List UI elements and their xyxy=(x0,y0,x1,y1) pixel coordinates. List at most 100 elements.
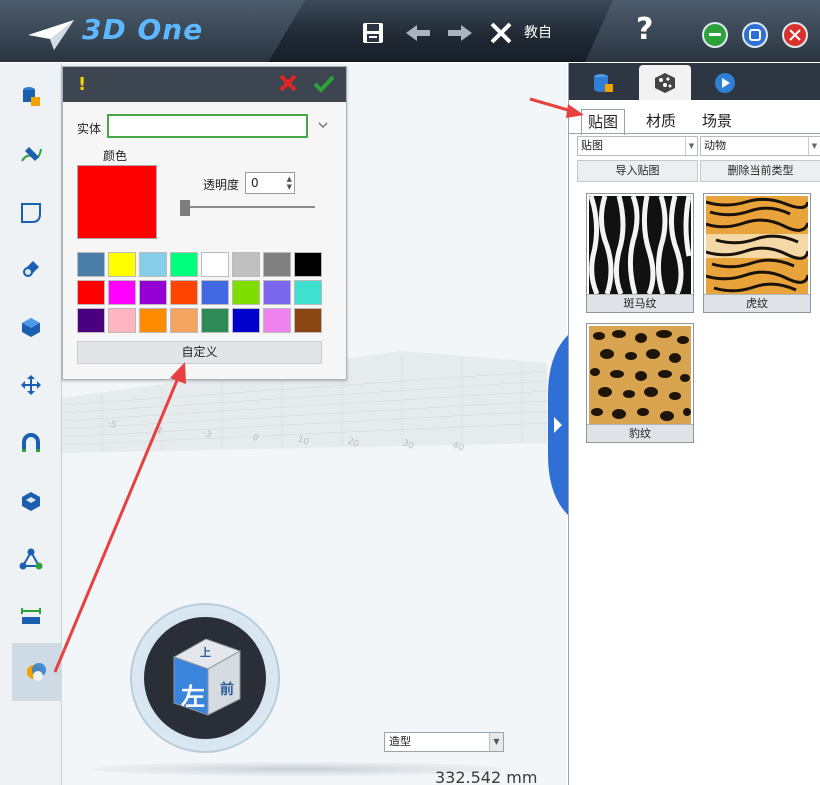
tab-resources[interactable] xyxy=(577,65,629,100)
transparency-label: 透明度 xyxy=(203,178,240,192)
color-swatch[interactable] xyxy=(201,252,229,277)
view-cube-side-label: 前 xyxy=(220,682,234,698)
transparency-spinner[interactable]: 0 ▲ ▼ xyxy=(245,172,295,194)
title-bar: 3D One 教自 ? xyxy=(0,0,820,62)
right-panel: 贴图 材质 场景 贴图 ▼ 动物 ▼ 导入贴图 删除当前类型 斑马纹 虎纹 豹纹 xyxy=(568,63,820,785)
maximize-button[interactable] xyxy=(742,22,768,48)
mode-select-value: 造型 xyxy=(389,735,411,748)
measure-tool-icon[interactable] xyxy=(9,595,53,639)
color-swatch[interactable] xyxy=(263,280,291,305)
leopard-texture-image xyxy=(589,326,691,424)
entity-label: 实体 xyxy=(77,122,102,136)
color-swatch[interactable] xyxy=(170,252,198,277)
left-toolbar xyxy=(0,63,62,785)
chevron-down-icon: ▼ xyxy=(685,137,697,155)
color-swatch[interactable] xyxy=(139,252,167,277)
node-tool-icon[interactable] xyxy=(9,537,53,581)
color-swatch[interactable] xyxy=(294,308,322,333)
color-swatch[interactable] xyxy=(108,280,136,305)
feature-tool-icon[interactable] xyxy=(9,247,53,291)
panel-collapse-tab[interactable] xyxy=(546,335,568,515)
transparency-slider-track[interactable] xyxy=(183,206,315,208)
subcategory-select-value: 动物 xyxy=(704,139,726,152)
confirm-icon[interactable] xyxy=(313,74,335,94)
texture-zebra[interactable]: 斑马纹 xyxy=(586,193,694,313)
view-cube-top-label: 上 xyxy=(200,646,211,659)
color-swatch[interactable] xyxy=(294,280,322,305)
color-swatch[interactable] xyxy=(170,308,198,333)
sketch-edit-tool-icon[interactable] xyxy=(9,191,53,235)
color-swatch[interactable] xyxy=(77,252,105,277)
magnet-tool-icon[interactable] xyxy=(9,421,53,465)
entity-field[interactable] xyxy=(107,114,308,138)
color-swatch[interactable] xyxy=(170,280,198,305)
save-icon[interactable] xyxy=(360,20,386,46)
color-swatch[interactable] xyxy=(201,308,229,333)
redo-icon[interactable] xyxy=(447,20,473,46)
view-cube-front-label: 左 xyxy=(181,683,205,711)
texture-tiger[interactable]: 虎纹 xyxy=(703,193,811,313)
special-feature-tool-icon[interactable] xyxy=(9,305,53,349)
color-swatch[interactable] xyxy=(108,308,136,333)
database-icon xyxy=(594,73,613,92)
color-swatch[interactable] xyxy=(139,280,167,305)
texture-leopard[interactable]: 豹纹 xyxy=(586,323,694,443)
spinner-arrows-icon[interactable]: ▲ ▼ xyxy=(287,175,292,191)
tab-materials[interactable] xyxy=(639,65,691,100)
texture-label-tiger: 虎纹 xyxy=(704,294,810,312)
popup-header: ! xyxy=(63,67,346,102)
cancel-icon[interactable] xyxy=(278,73,298,93)
custom-color-button[interactable]: 自定义 xyxy=(77,341,322,364)
delete-type-button[interactable]: 删除当前类型 xyxy=(700,160,820,182)
minimize-button[interactable] xyxy=(702,22,728,48)
close-window-button[interactable] xyxy=(782,22,808,48)
sketch-tool-icon[interactable] xyxy=(9,133,53,177)
import-texture-button[interactable]: 导入贴图 xyxy=(577,160,698,182)
combine-tool-icon[interactable] xyxy=(9,479,53,523)
tiger-texture-image xyxy=(706,196,808,294)
color-swatch[interactable] xyxy=(263,308,291,333)
color-swatch[interactable] xyxy=(263,252,291,277)
undo-icon[interactable] xyxy=(405,20,431,46)
chevron-down-icon[interactable] xyxy=(318,120,328,130)
color-swatch[interactable] xyxy=(139,308,167,333)
color-popup: ! 实体 颜色 透明度 0 ▲ ▼ 自定义 xyxy=(62,66,347,380)
subtab-scene[interactable]: 场景 xyxy=(702,110,732,131)
help-icon[interactable]: ? xyxy=(636,12,653,47)
leopard-pattern-icon xyxy=(655,72,675,93)
title-text: 教自 xyxy=(524,25,552,41)
color-swatch[interactable] xyxy=(294,252,322,277)
color-swatch[interactable] xyxy=(77,280,105,305)
app-logo-text: 3D One xyxy=(82,13,204,46)
render-color-tool-icon[interactable] xyxy=(12,643,62,701)
basic-solid-tool-icon[interactable] xyxy=(9,75,53,119)
warning-icon: ! xyxy=(78,74,87,95)
subcategory-select[interactable]: 动物 ▼ xyxy=(700,136,820,156)
play-icon xyxy=(715,72,735,93)
color-swatch[interactable] xyxy=(201,280,229,305)
move-tool-icon[interactable] xyxy=(9,363,53,407)
transparency-slider-handle[interactable] xyxy=(180,200,190,216)
view-cube[interactable]: 左 上 前 xyxy=(130,603,280,753)
close-doc-icon[interactable] xyxy=(488,20,514,46)
tab-animation[interactable] xyxy=(699,65,751,100)
texture-label-zebra: 斑马纹 xyxy=(587,294,693,312)
chevron-down-icon: ▼ xyxy=(489,733,503,751)
texture-label-leopard: 豹纹 xyxy=(587,424,693,442)
mode-select[interactable]: 造型 ▼ xyxy=(384,732,504,752)
color-swatch[interactable] xyxy=(108,252,136,277)
color-swatch[interactable] xyxy=(232,252,260,277)
color-swatch[interactable] xyxy=(232,280,260,305)
logo-area: 3D One xyxy=(0,0,305,62)
view-cube-base: 左 上 前 xyxy=(144,617,266,739)
color-label: 颜色 xyxy=(103,149,128,163)
transparency-value: 0 xyxy=(251,176,259,190)
category-select[interactable]: 贴图 ▼ xyxy=(577,136,698,156)
subtab-textures[interactable]: 贴图 xyxy=(581,109,626,135)
panel-tabs xyxy=(569,63,820,100)
zebra-texture-image xyxy=(589,196,691,294)
color-swatch[interactable] xyxy=(77,308,105,333)
subtab-material[interactable]: 材质 xyxy=(646,110,676,131)
category-select-value: 贴图 xyxy=(581,139,603,152)
color-swatch[interactable] xyxy=(232,308,260,333)
